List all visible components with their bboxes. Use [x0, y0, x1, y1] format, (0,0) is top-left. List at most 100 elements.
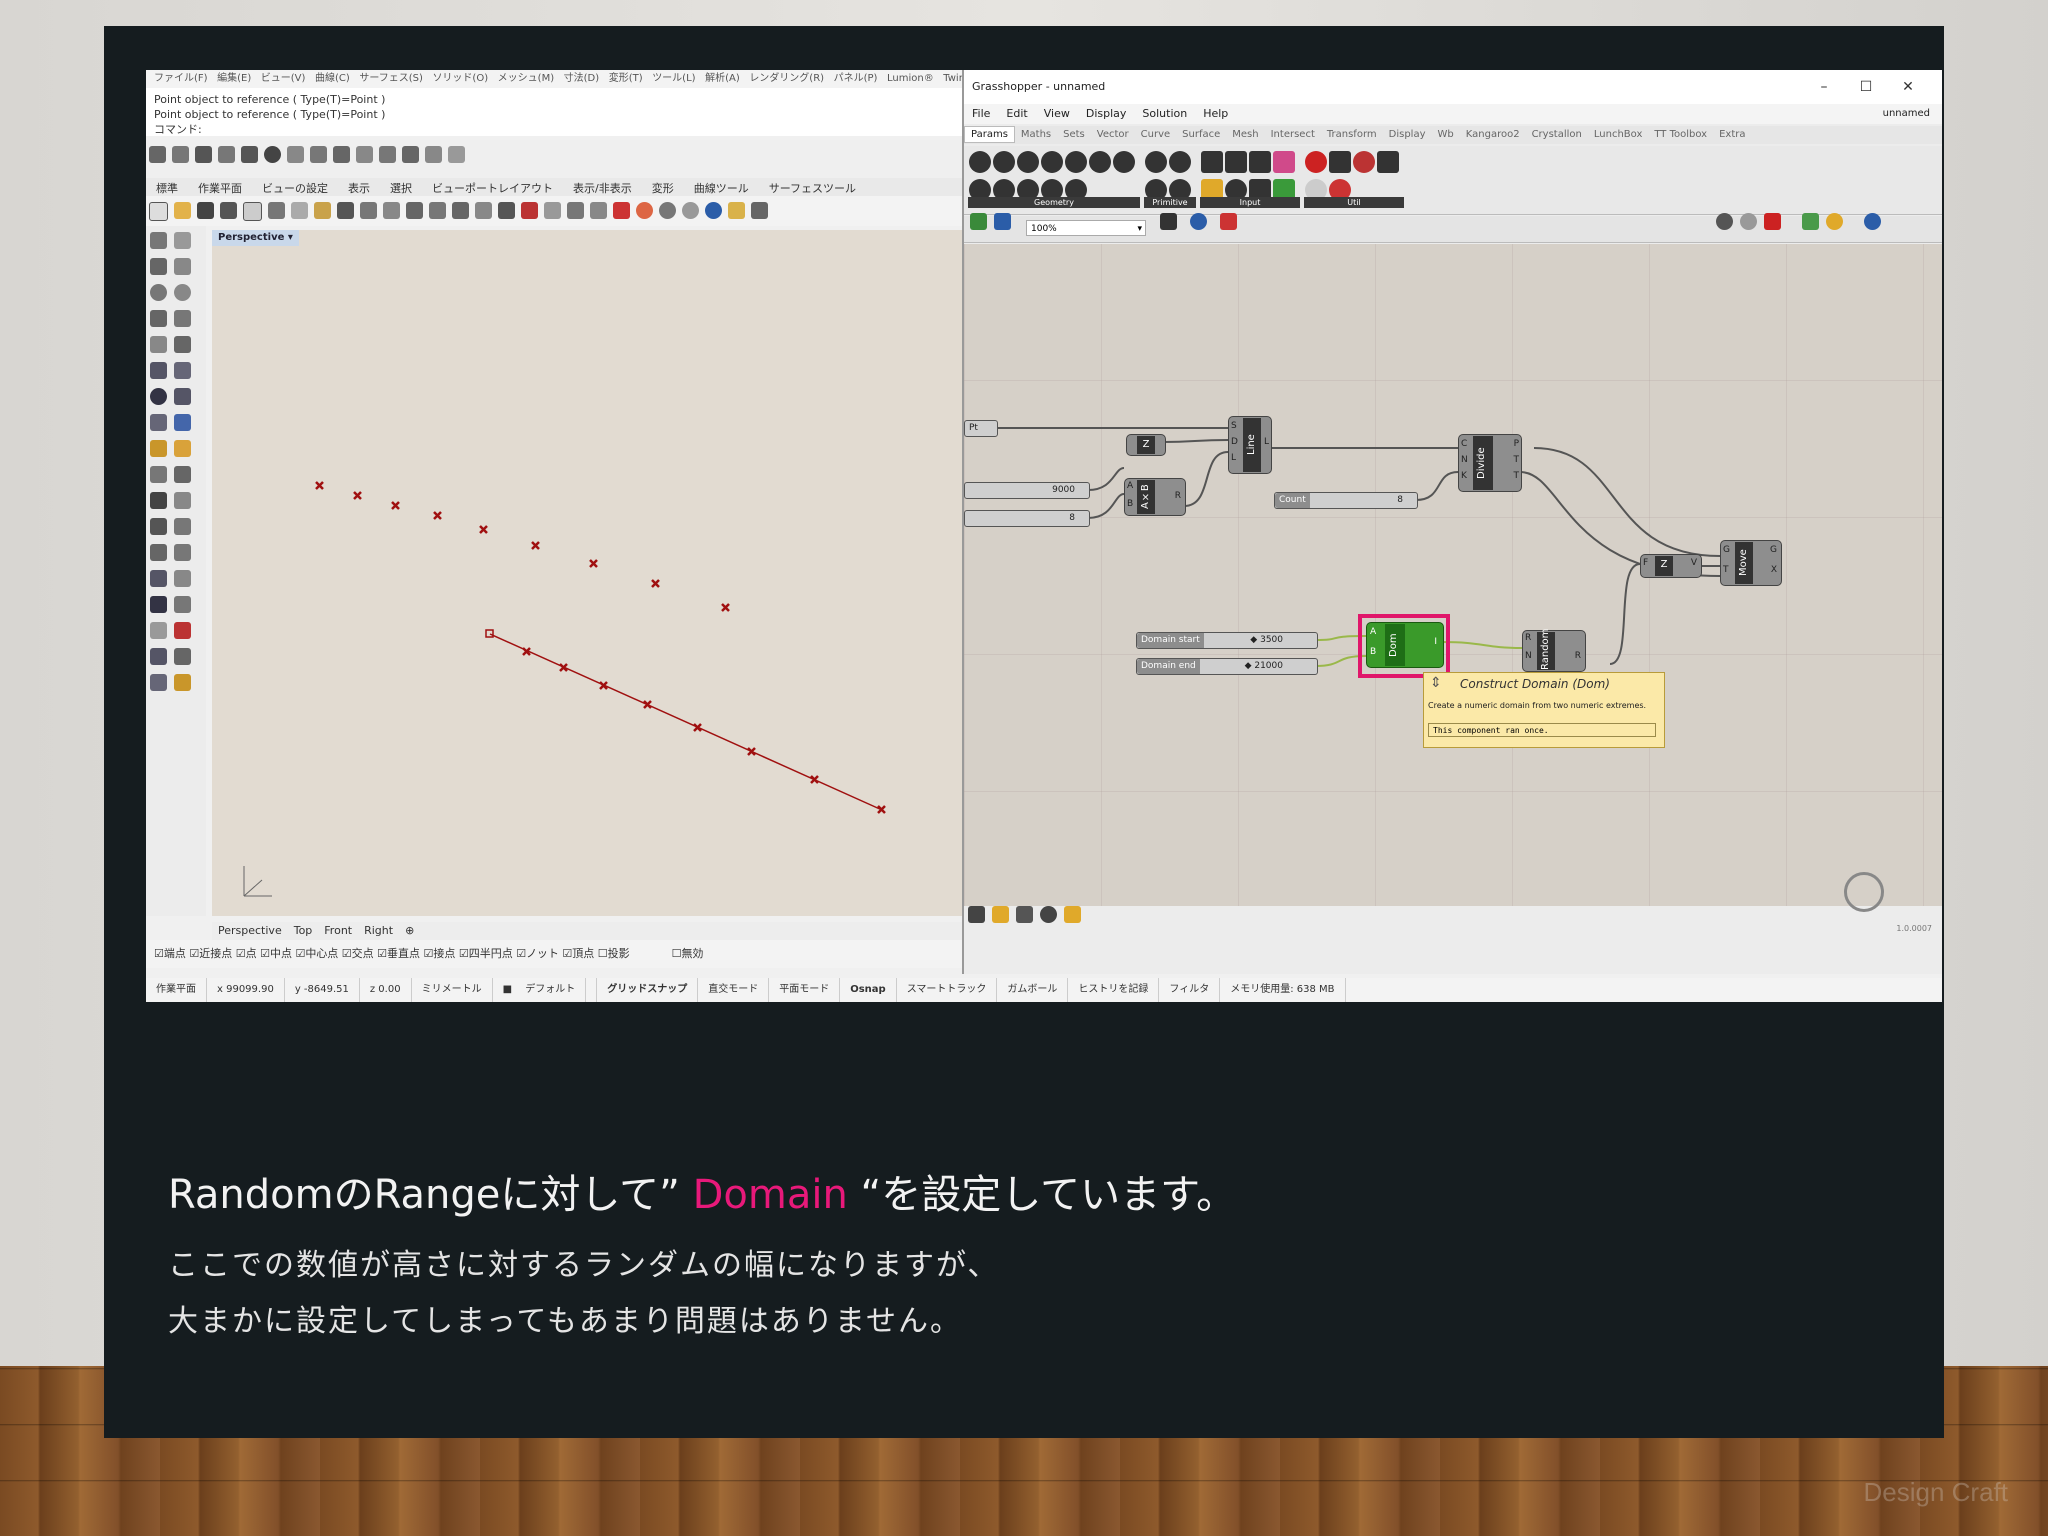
divide-component[interactable]: C N K Divide P T T	[1458, 434, 1522, 492]
output-x[interactable]: X	[1771, 565, 1777, 575]
viewport-tab-front[interactable]: Front	[318, 922, 358, 939]
move-component[interactable]: G T Move G X	[1720, 540, 1782, 586]
polyline-icon[interactable]	[150, 258, 167, 275]
gh-menu-help[interactable]: Help	[1195, 104, 1236, 124]
osnap-option[interactable]: ノット	[526, 947, 559, 960]
zoom-icon[interactable]	[406, 202, 423, 219]
osnap-option[interactable]: 中心点	[305, 947, 338, 960]
osnap-option[interactable]: 近接点	[199, 947, 232, 960]
osnap-option[interactable]: 投影	[608, 947, 630, 960]
shaded-icon[interactable]	[659, 202, 676, 219]
tab-cplane[interactable]: 作業平面	[188, 178, 252, 198]
arrow-icon[interactable]	[1329, 151, 1351, 173]
script-icon[interactable]	[174, 674, 191, 691]
rhino-menu-item[interactable]: 解析(A)	[705, 73, 740, 84]
sweep-icon[interactable]	[448, 146, 465, 163]
gh-tab[interactable]: Display	[1383, 127, 1432, 142]
material-preview-icon[interactable]	[1826, 213, 1843, 230]
param-icon[interactable]	[1089, 151, 1111, 173]
grid-icon[interactable]	[544, 202, 561, 219]
input-b[interactable]: B	[1127, 499, 1133, 509]
new-file-icon[interactable]	[149, 202, 168, 221]
polygon-icon[interactable]	[150, 310, 167, 327]
point-param[interactable]: Pt	[964, 420, 998, 437]
window-icon[interactable]	[172, 146, 189, 163]
osnap-option[interactable]: 端点	[164, 947, 186, 960]
ungroup-icon[interactable]	[174, 492, 191, 509]
domain-start-slider[interactable]: Domain start ◆ 3500	[1136, 632, 1318, 649]
viewport-tab-top[interactable]: Top	[288, 922, 319, 939]
rhino-menu-item[interactable]: Lumion®	[887, 73, 934, 84]
select-icon[interactable]	[149, 146, 166, 163]
minimize-icon[interactable]: –	[1804, 70, 1844, 104]
gh-tab[interactable]: Maths	[1015, 127, 1057, 142]
input-n[interactable]: N	[1525, 651, 1532, 661]
tab-viewport-layout[interactable]: ビューポートレイアウト	[422, 178, 563, 198]
curve-icon[interactable]	[195, 146, 212, 163]
tree-icon[interactable]	[1377, 151, 1399, 173]
param-icon[interactable]	[1145, 151, 1167, 173]
check-icon[interactable]	[174, 648, 191, 665]
add-icon[interactable]	[1064, 906, 1081, 923]
bake-bottom-icon[interactable]	[968, 906, 985, 923]
mesh-icon[interactable]	[174, 414, 191, 431]
param-icon[interactable]	[1017, 151, 1039, 173]
zoom-window-icon[interactable]	[429, 202, 446, 219]
output-t2[interactable]: T	[1514, 471, 1520, 481]
unit-vector-component[interactable]: Z	[1126, 434, 1166, 456]
input-k[interactable]: K	[1461, 471, 1467, 481]
status-gumball[interactable]: ガムボール	[997, 978, 1069, 1002]
block-icon[interactable]	[150, 648, 167, 665]
osnap-option[interactable]: 垂直点	[387, 947, 420, 960]
gh-tab[interactable]: Mesh	[1226, 127, 1264, 142]
line-component[interactable]: S D L Line L	[1228, 416, 1272, 474]
move-icon[interactable]	[150, 518, 167, 535]
free-curve-icon[interactable]	[174, 336, 191, 353]
array-icon[interactable]	[150, 570, 167, 587]
osnap-option[interactable]: 頂点	[572, 947, 594, 960]
display-options-icon[interactable]	[1864, 213, 1881, 230]
gh-tab[interactable]: Curve	[1135, 127, 1177, 142]
zoom-field[interactable]: 100% ▾	[1026, 220, 1146, 236]
rendered-icon[interactable]	[682, 202, 699, 219]
status-smarttrack[interactable]: スマートトラック	[897, 978, 998, 1002]
gear-icon[interactable]	[1040, 906, 1057, 923]
gh-tab[interactable]: Sets	[1057, 127, 1091, 142]
input-s[interactable]: S	[1231, 421, 1237, 431]
preview-off-icon[interactable]	[1716, 213, 1733, 230]
tab-display[interactable]: 表示	[338, 178, 380, 198]
toggle-icon[interactable]	[1249, 151, 1271, 173]
panel-icon[interactable]	[1225, 151, 1247, 173]
cylinder-icon[interactable]	[150, 414, 167, 431]
input-t[interactable]: T	[1723, 565, 1729, 575]
vector-component[interactable]: F Z V	[1640, 554, 1702, 578]
gh-tab[interactable]: Intersect	[1265, 127, 1321, 142]
rhino-menu-item[interactable]: パネル(P)	[834, 73, 878, 84]
rhino-menu-item[interactable]: 変形(T)	[609, 73, 643, 84]
pan-icon[interactable]	[360, 202, 377, 219]
viewport-tab-perspective[interactable]: Perspective	[212, 922, 288, 939]
render-icon[interactable]	[705, 202, 722, 219]
grid-array-icon[interactable]	[150, 622, 167, 639]
open-folder-icon[interactable]	[174, 202, 191, 219]
gh-menu-display[interactable]: Display	[1078, 104, 1135, 124]
loft-icon[interactable]	[174, 362, 191, 379]
maximize-icon[interactable]: ☐	[1846, 70, 1886, 104]
rhino-menu-item[interactable]: レンダリング(R)	[749, 73, 824, 84]
history-icon[interactable]	[150, 674, 167, 691]
options-icon[interactable]	[751, 202, 768, 219]
zoom-extents-icon[interactable]	[1160, 213, 1177, 230]
rotate-icon[interactable]	[150, 544, 167, 561]
extend-icon[interactable]	[333, 146, 350, 163]
zoom-selected-icon[interactable]	[475, 202, 492, 219]
input-g[interactable]: G	[1723, 545, 1730, 555]
command-prompt[interactable]: コマンド:	[154, 122, 958, 137]
input-l[interactable]: L	[1231, 453, 1236, 463]
input-c[interactable]: C	[1461, 439, 1467, 449]
widget-icon[interactable]	[992, 906, 1009, 923]
scale-icon[interactable]	[174, 544, 191, 561]
polyline-icon[interactable]	[241, 146, 258, 163]
gh-tab[interactable]: Transform	[1321, 127, 1383, 142]
gh-menu-solution[interactable]: Solution	[1134, 104, 1195, 124]
number-slider[interactable]: 9000	[964, 482, 1090, 499]
